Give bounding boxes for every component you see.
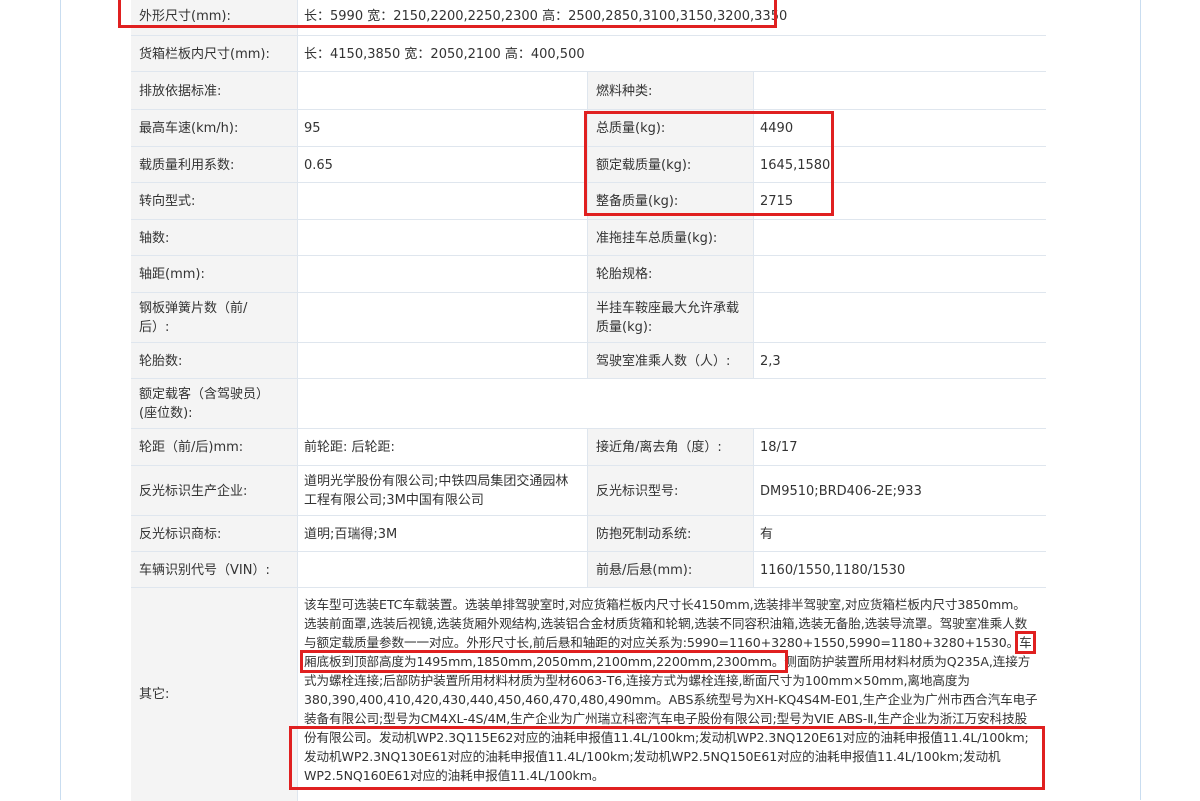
other-label: 其它: [131,588,297,801]
table-row: 钢板弹簧片数（前/后）: 半挂车鞍座最大允许承载质量(kg): [131,292,1046,343]
table-row: 排放依据标准: 燃料种类: [131,71,1046,110]
row-label: 轮胎数: [131,343,297,379]
row-value-2 [753,220,1046,256]
page-right-border [1140,0,1141,800]
row-value [297,379,1046,429]
row-label-2: 半挂车鞍座最大允许承载质量(kg): [587,293,753,343]
row-value [297,343,587,379]
row-label: 转向型式: [131,183,297,220]
row-value-2 [753,72,1046,110]
table-row: 载质量利用系数: 0.65 额定载质量(kg): 1645,1580 [131,146,1046,183]
row-label-2: 轮胎规格: [587,256,753,293]
row-label: 轴距(mm): [131,256,297,293]
row-value-2 [753,293,1046,343]
row-label: 货箱栏板内尺寸(mm): [131,36,297,72]
row-label-2: 驾驶室准乘人数（人）: [587,343,753,379]
row-label: 轮距（前/后)mm: [131,429,297,466]
table-row-other: 其它: 该车型可选装ETC车载装置。选装单排驾驶室时,对应货箱栏板内尺寸长415… [131,587,1046,801]
row-value [297,183,587,220]
row-value-2: 1645,1580 [753,147,1046,183]
row-label-2: 额定载质量(kg): [587,147,753,183]
row-value: 前轮距: 后轮距: [297,429,587,466]
row-label: 载质量利用系数: [131,147,297,183]
table-row: 车辆识别代号（VIN）: 前悬/后悬(mm): 1160/1550,1180/1… [131,551,1046,588]
row-label: 外形尺寸(mm): [131,0,297,35]
row-label-2: 总质量(kg): [587,110,753,147]
table-row: 最高车速(km/h): 95 总质量(kg): 4490 [131,109,1046,147]
table-row: 外形尺寸(mm): 长：5990 宽：2150,2200,2250,2300 高… [131,0,1046,35]
table-row: 轴距(mm): 轮胎规格: [131,255,1046,293]
other-notes-part-a: 该车型可选装ETC车载装置。选装单排驾驶室时,对应货箱栏板内尺寸长4150mm,… [304,597,1028,650]
row-label-2: 燃料种类: [587,72,753,110]
row-label: 钢板弹簧片数（前/后）: [131,293,297,343]
row-value-2: 2,3 [753,343,1046,379]
row-value: 95 [297,110,587,147]
row-value-2: 2715 [753,183,1046,220]
row-label-2: 接近角/离去角（度）: [587,429,753,466]
row-value-2: DM9510;BRD406-2E;933 [753,466,1046,516]
page-left-border [60,0,61,800]
table-row: 轮胎数: 驾驶室准乘人数（人）: 2,3 [131,342,1046,379]
row-value: 道明;百瑞得;3M [297,516,587,552]
row-label: 反光标识生产企业: [131,466,297,516]
row-value-2: 1160/1550,1180/1530 [753,552,1046,588]
table-row: 额定载客（含驾驶员）(座位数): [131,378,1046,429]
other-notes: 该车型可选装ETC车载装置。选装单排驾驶室时,对应货箱栏板内尺寸长4150mm,… [297,588,1046,801]
row-value: 0.65 [297,147,587,183]
row-value-2: 4490 [753,110,1046,147]
row-value [297,552,587,588]
row-value-2 [753,256,1046,293]
row-label: 排放依据标准: [131,72,297,110]
row-value [297,293,587,343]
row-value: 长：5990 宽：2150,2200,2250,2300 高：2500,2850… [297,0,1046,35]
table-row: 货箱栏板内尺寸(mm): 长：4150,3850 宽：2050,2100 高：4… [131,35,1046,72]
row-label-2: 准拖挂车总质量(kg): [587,220,753,256]
row-label-2: 反光标识型号: [587,466,753,516]
row-label: 车辆识别代号（VIN）: [131,552,297,588]
row-value: 长：4150,3850 宽：2050,2100 高：400,500 [297,36,1046,72]
table-row: 轮距（前/后)mm: 前轮距: 后轮距: 接近角/离去角（度）: 18/17 [131,428,1046,466]
table-row: 转向型式: 整备质量(kg): 2715 [131,182,1046,220]
row-label: 最高车速(km/h): [131,110,297,147]
other-notes-part-b: 侧面防护装置所用材料材质为Q235A,连接方式为螺栓连接;后部防护装置所用材料材… [304,654,1038,783]
row-label: 额定载客（含驾驶员）(座位数): [131,379,297,429]
table-row: 反光标识商标: 道明;百瑞得;3M 防抱死制动系统: 有 [131,515,1046,552]
row-value: 道明光学股份有限公司;中铁四局集团交通园林工程有限公司;3M中国有限公司 [297,466,587,516]
row-value [297,256,587,293]
row-value [297,220,587,256]
row-label: 反光标识商标: [131,516,297,552]
table-row: 轴数: 准拖挂车总质量(kg): [131,219,1046,256]
table-row: 反光标识生产企业: 道明光学股份有限公司;中铁四局集团交通园林工程有限公司;3M… [131,465,1046,516]
row-label-2: 防抱死制动系统: [587,516,753,552]
row-value-2: 有 [753,516,1046,552]
row-label: 轴数: [131,220,297,256]
row-label-2: 前悬/后悬(mm): [587,552,753,588]
row-value [297,72,587,110]
row-value-2: 18/17 [753,429,1046,466]
row-label-2: 整备质量(kg): [587,183,753,220]
